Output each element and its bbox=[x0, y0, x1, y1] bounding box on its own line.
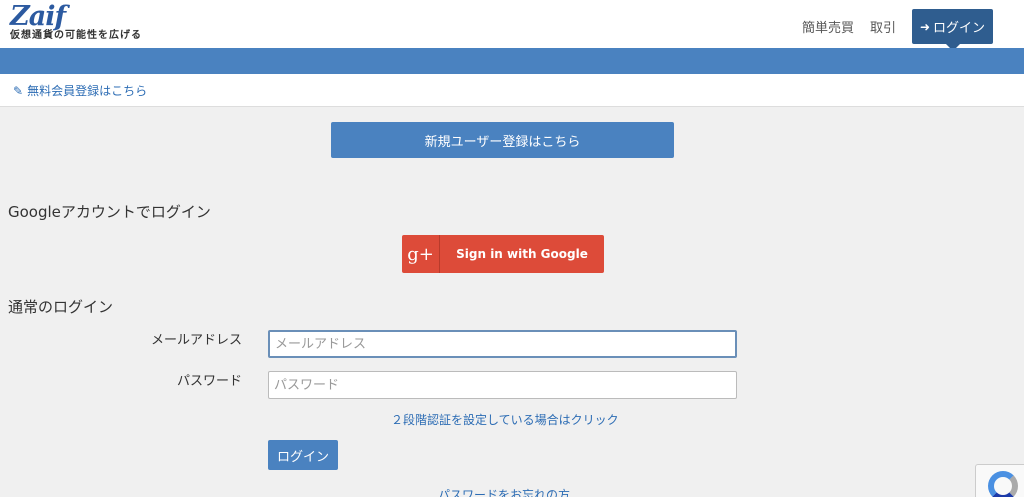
nav-login-label: ログイン bbox=[933, 21, 986, 36]
logo-mark: Zaif bbox=[10, 1, 66, 32]
header-band bbox=[0, 48, 1024, 74]
sub-bar: ✎ 無料会員登録はこちら bbox=[0, 74, 1024, 107]
top-nav: 簡単売買 取引 ➜ ログイン bbox=[802, 9, 993, 51]
nav-trade[interactable]: 取引 bbox=[870, 17, 896, 36]
recaptcha-icon bbox=[988, 471, 1018, 497]
google-plus-icon: g+ bbox=[402, 235, 440, 273]
normal-login-heading: 通常のログイン bbox=[8, 298, 114, 316]
sign-in-icon: ➜ bbox=[919, 19, 931, 34]
logo-tagline: 仮想通貨の可能性を広げる bbox=[10, 30, 142, 41]
new-user-register-button[interactable]: 新規ユーザー登録はこちら bbox=[331, 122, 674, 158]
recaptcha-badge[interactable] bbox=[975, 464, 1024, 497]
email-field[interactable] bbox=[268, 330, 737, 358]
zaif-logo[interactable]: Zaif 仮想通貨の可能性を広げる bbox=[10, 1, 142, 42]
site-header: Zaif 仮想通貨の可能性を広げる 簡単売買 取引 ➜ ログイン bbox=[0, 0, 1024, 51]
two-factor-link[interactable]: ２段階認証を設定している場合はクリック bbox=[391, 411, 619, 428]
google-signin-label: Sign in with Google bbox=[456, 247, 588, 261]
forgot-password-link[interactable]: パスワードをお忘れの方 bbox=[438, 486, 570, 497]
google-signin-button[interactable]: g+ Sign in with Google bbox=[402, 235, 604, 273]
free-register-label: 無料会員登録はこちら bbox=[27, 84, 148, 98]
password-label: パスワード bbox=[176, 374, 242, 389]
nav-login-button[interactable]: ➜ ログイン bbox=[912, 9, 993, 51]
nav-simple-trade[interactable]: 簡単売買 bbox=[802, 17, 854, 36]
free-register-link[interactable]: ✎ 無料会員登録はこちら bbox=[13, 82, 147, 99]
pencil-icon: ✎ bbox=[13, 83, 24, 98]
login-button[interactable]: ログイン bbox=[268, 440, 338, 470]
password-field[interactable] bbox=[268, 371, 737, 399]
email-label: メールアドレス bbox=[150, 333, 242, 348]
google-login-heading: Googleアカウントでログイン bbox=[8, 203, 211, 221]
